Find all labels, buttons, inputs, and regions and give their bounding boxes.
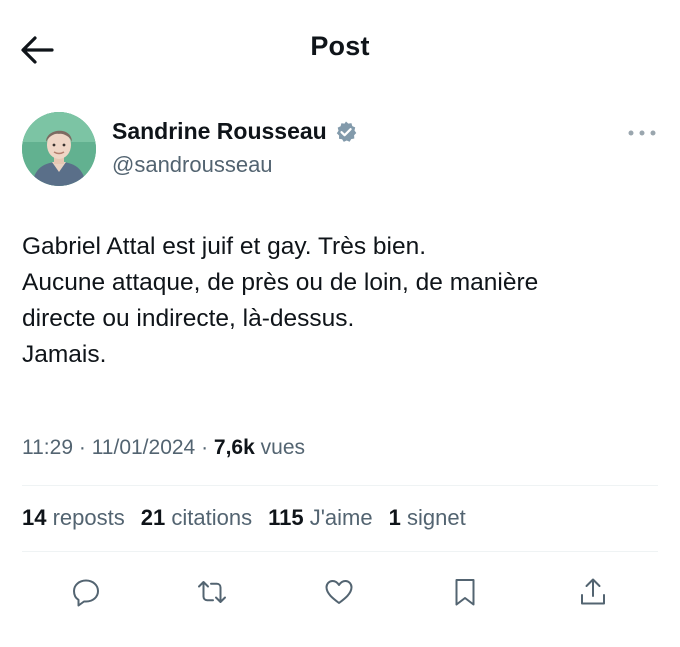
page-title: Post bbox=[310, 31, 370, 61]
like-icon bbox=[325, 580, 353, 604]
views-count[interactable]: 7,6k bbox=[214, 436, 255, 459]
divider bbox=[22, 485, 658, 486]
share-icon bbox=[581, 578, 605, 605]
bookmark-icon bbox=[455, 579, 475, 606]
more-options-button[interactable] bbox=[624, 120, 660, 146]
reposts-stat[interactable]: 14 reposts bbox=[22, 505, 125, 531]
reply-icon bbox=[73, 579, 99, 607]
tweet-line: Gabriel Attal est juif et gay. Très bien… bbox=[22, 233, 426, 260]
tweet-line: Jamais. bbox=[22, 341, 107, 368]
reposts-label: reposts bbox=[52, 505, 125, 530]
repost-icon bbox=[198, 581, 226, 603]
verified-badge-icon bbox=[336, 121, 357, 142]
tweet-time[interactable]: 11:29 bbox=[22, 436, 73, 459]
repost-button[interactable] bbox=[192, 572, 232, 612]
likes-label: J'aime bbox=[309, 505, 373, 530]
quotes-stat[interactable]: 21 citations bbox=[141, 505, 252, 531]
tweet-date[interactable]: 11/01/2024 bbox=[92, 436, 196, 459]
quotes-label: citations bbox=[171, 505, 253, 530]
tweet-text: Gabriel Attal est juif et gay. Très bien… bbox=[22, 229, 662, 373]
views-label[interactable]: vues bbox=[261, 436, 305, 459]
tweet-line: directe ou indirecte, là-dessus. bbox=[22, 305, 355, 332]
avatar-image bbox=[22, 112, 96, 186]
divider bbox=[22, 551, 658, 552]
author-name-row[interactable]: Sandrine Rousseau bbox=[112, 118, 358, 145]
more-dots-icon bbox=[628, 130, 656, 136]
tweet-line: Aucune attaque, de près ou de loin, de m… bbox=[22, 269, 539, 296]
likes-count: 115 bbox=[268, 505, 304, 530]
meta-separator: · bbox=[201, 436, 209, 459]
like-button[interactable] bbox=[319, 572, 359, 612]
bookmarks-label: signet bbox=[406, 505, 466, 530]
share-button[interactable] bbox=[573, 572, 613, 612]
engagement-stats: 14 reposts 21 citations 115 J'aime 1 sig… bbox=[22, 505, 482, 531]
bookmarks-stat[interactable]: 1 signet bbox=[389, 505, 466, 531]
tweet-meta: 11:29 · 11/01/2024 · 7,6k vues bbox=[22, 436, 305, 460]
bookmarks-count: 1 bbox=[388, 505, 401, 530]
quotes-count: 21 bbox=[140, 505, 166, 530]
likes-stat[interactable]: 115 J'aime bbox=[268, 505, 373, 531]
reposts-count: 14 bbox=[22, 505, 47, 530]
bookmark-button[interactable] bbox=[445, 572, 485, 612]
avatar[interactable] bbox=[22, 112, 96, 186]
meta-separator: · bbox=[78, 436, 86, 459]
author-handle[interactable]: @sandrousseau bbox=[112, 152, 273, 178]
display-name[interactable]: Sandrine Rousseau bbox=[112, 118, 327, 145]
reply-button[interactable] bbox=[66, 572, 106, 612]
